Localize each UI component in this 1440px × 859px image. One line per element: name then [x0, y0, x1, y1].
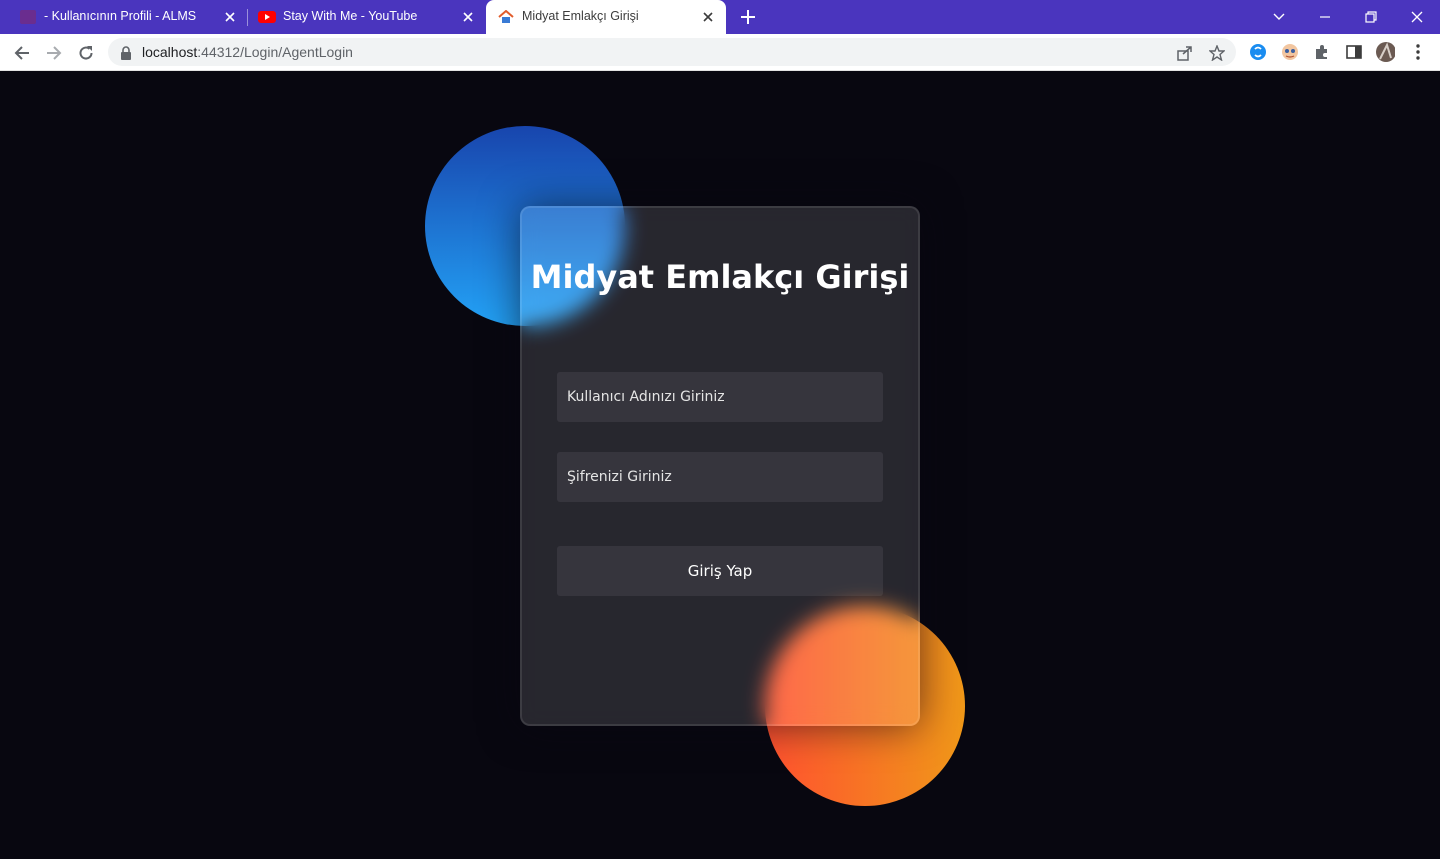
url-text: localhost:44312/Login/AgentLogin: [142, 44, 353, 60]
address-bar[interactable]: localhost:44312/Login/AgentLogin: [108, 38, 1236, 66]
bookmark-star-icon[interactable]: [1208, 44, 1226, 62]
menu-kebab-icon[interactable]: [1408, 42, 1428, 62]
side-panel-icon[interactable]: [1344, 42, 1364, 62]
new-tab-button[interactable]: [738, 7, 758, 27]
shazam-extension-icon[interactable]: [1248, 42, 1268, 62]
close-icon[interactable]: [700, 9, 716, 25]
reload-button[interactable]: [75, 42, 97, 64]
tab-search-icon[interactable]: [1268, 6, 1290, 28]
tab-alms-profile[interactable]: - Kullanıcının Profili - ALMS: [0, 0, 248, 34]
tab-youtube[interactable]: Stay With Me - YouTube: [248, 0, 486, 34]
password-input[interactable]: [557, 452, 883, 502]
tab-midyat-login[interactable]: Midyat Emlakçı Girişi: [486, 0, 726, 36]
extensions-puzzle-icon[interactable]: [1312, 42, 1332, 62]
login-form: Midyat Emlakçı Girişi Giriş Yap: [520, 206, 920, 726]
close-window-button[interactable]: [1406, 6, 1428, 28]
restore-button[interactable]: [1360, 6, 1382, 28]
url-path: :44312/Login/AgentLogin: [197, 44, 353, 60]
avatar-extension-icon[interactable]: [1280, 42, 1300, 62]
tab-title: Stay With Me - YouTube: [283, 9, 418, 23]
url-host: localhost: [142, 44, 198, 60]
purple-square-icon: [20, 10, 36, 24]
back-button[interactable]: [11, 42, 33, 64]
lock-icon[interactable]: [120, 45, 132, 64]
youtube-icon: [258, 10, 276, 24]
tab-title: - Kullanıcının Profili - ALMS: [44, 9, 197, 23]
login-button[interactable]: Giriş Yap: [557, 546, 883, 596]
share-icon[interactable]: [1176, 44, 1194, 62]
browser-toolbar: localhost:44312/Login/AgentLogin: [0, 34, 1440, 71]
minimize-button[interactable]: [1314, 6, 1336, 28]
close-icon[interactable]: [222, 9, 238, 25]
house-icon: [498, 9, 514, 24]
page-title: Midyat Emlakçı Girişi: [530, 258, 910, 296]
page-viewport: Midyat Emlakçı Girişi Giriş Yap: [0, 72, 1440, 859]
tab-strip: - Kullanıcının Profili - ALMS Stay With …: [0, 0, 1440, 36]
forward-button[interactable]: [43, 42, 65, 64]
profile-avatar[interactable]: [1375, 42, 1395, 62]
close-icon[interactable]: [460, 9, 476, 25]
username-input[interactable]: [557, 372, 883, 422]
tab-title: Midyat Emlakçı Girişi: [522, 9, 639, 23]
